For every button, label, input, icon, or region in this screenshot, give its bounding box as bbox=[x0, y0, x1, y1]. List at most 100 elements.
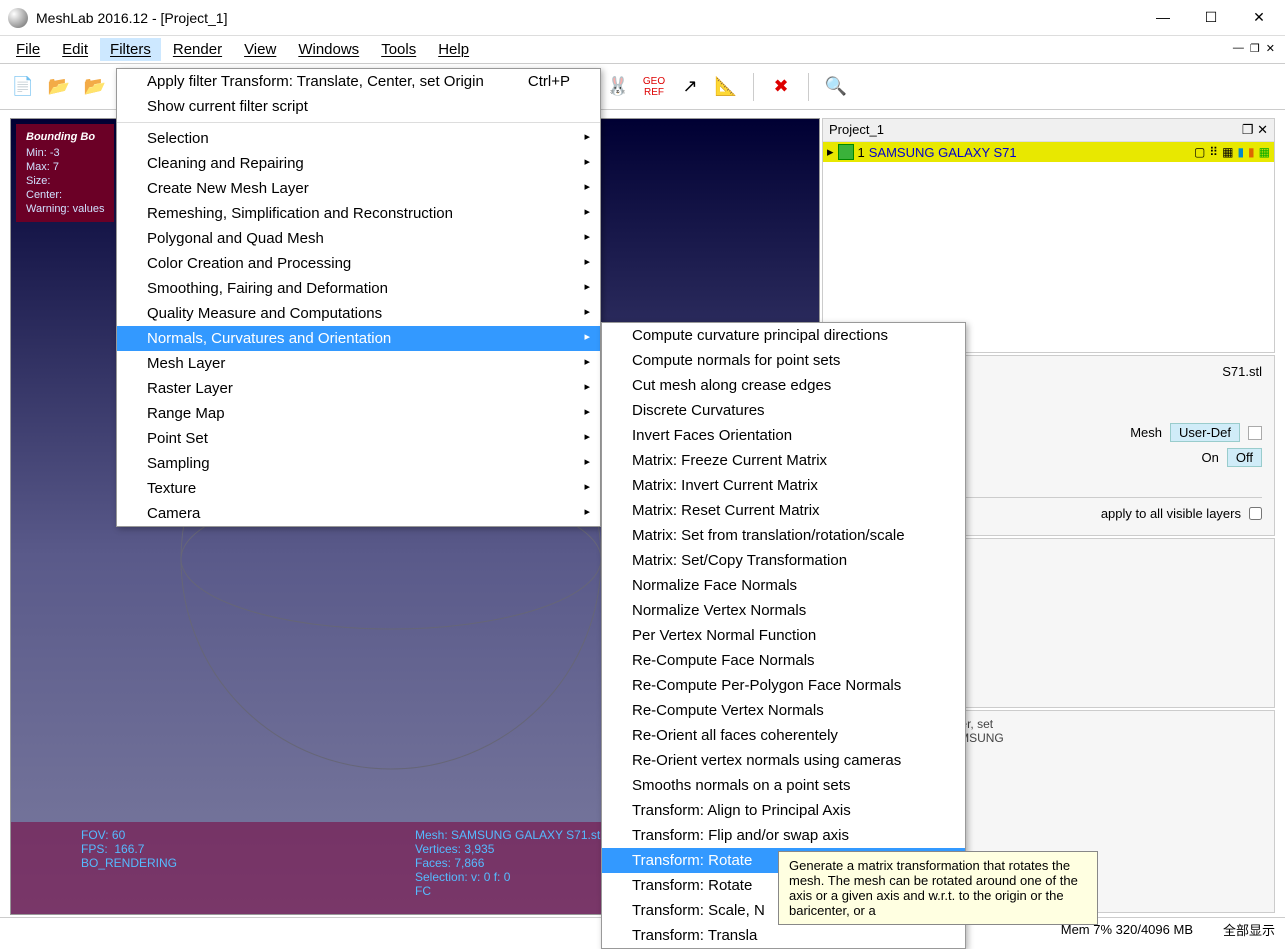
menu-filters[interactable]: Filters bbox=[100, 38, 161, 61]
normals-submenu-item[interactable]: Compute curvature principal directions bbox=[602, 323, 965, 348]
panel-close-icon[interactable]: ✕ bbox=[1257, 122, 1268, 137]
menu-windows[interactable]: Windows bbox=[288, 38, 369, 61]
menu-view[interactable]: View bbox=[234, 38, 286, 61]
apply-all-checkbox[interactable] bbox=[1249, 507, 1262, 520]
layer-name: SAMSUNG GALAXY S71 bbox=[869, 145, 1017, 160]
layer-index: 1 bbox=[858, 145, 865, 160]
search-icon[interactable]: 🔍 bbox=[823, 74, 849, 100]
app-logo-icon bbox=[8, 8, 28, 28]
normals-submenu-item[interactable]: Per Vertex Normal Function bbox=[602, 623, 965, 648]
bbox-line: Warning: values bbox=[26, 202, 104, 216]
filters-submenu-item[interactable]: Quality Measure and Computations bbox=[117, 301, 600, 326]
menu-help[interactable]: Help bbox=[428, 38, 479, 61]
mesh-shading-color-swatch[interactable] bbox=[1248, 426, 1262, 440]
maximize-button[interactable]: ☐ bbox=[1193, 9, 1229, 26]
layer-solid-icon[interactable]: ▮ bbox=[1248, 145, 1255, 159]
normals-submenu-item[interactable]: Invert Faces Orientation bbox=[602, 423, 965, 448]
normals-submenu-item[interactable]: Matrix: Freeze Current Matrix bbox=[602, 448, 965, 473]
bbox-line: Min: -3 bbox=[26, 146, 104, 160]
filters-submenu-item[interactable]: Color Creation and Processing bbox=[117, 251, 600, 276]
filters-submenu-item[interactable]: Create New Mesh Layer bbox=[117, 176, 600, 201]
menu-shortcut: Ctrl+P bbox=[528, 73, 570, 90]
filters-submenu-item[interactable]: Remeshing, Simplification and Reconstruc… bbox=[117, 201, 600, 226]
layer-expand-icon[interactable]: ▸ bbox=[827, 144, 834, 160]
layer-fill-icon[interactable]: ▮ bbox=[1237, 145, 1244, 159]
filters-menu-item[interactable]: Show current filter script bbox=[117, 94, 600, 119]
normals-submenu-item[interactable]: Smooths normals on a point sets bbox=[602, 773, 965, 798]
mdi-minimize-button[interactable]: — bbox=[1233, 42, 1244, 55]
tooltip: Generate a matrix transformation that ro… bbox=[778, 851, 1098, 925]
menubar: FileEditFiltersRenderViewWindowsToolsHel… bbox=[0, 36, 1285, 64]
normals-submenu-item[interactable]: Discrete Curvatures bbox=[602, 398, 965, 423]
new-file-icon[interactable]: 📄 bbox=[10, 74, 36, 100]
apply-all-label: apply to all visible layers bbox=[1101, 506, 1241, 521]
normals-submenu-item[interactable]: Transform: Transla bbox=[602, 923, 965, 948]
menu-file[interactable]: File bbox=[6, 38, 50, 61]
minimize-button[interactable]: — bbox=[1145, 9, 1181, 26]
filters-submenu-item[interactable]: Point Set bbox=[117, 426, 600, 451]
normals-submenu-item[interactable]: Matrix: Set from translation/rotation/sc… bbox=[602, 523, 965, 548]
bbox-line: Max: 7 bbox=[26, 160, 104, 174]
layer-wire-icon[interactable]: ▦ bbox=[1222, 145, 1233, 159]
open-folder-icon[interactable]: 📂 bbox=[46, 74, 72, 100]
bbox-title: Bounding Bo bbox=[26, 130, 104, 144]
filters-submenu-item[interactable]: Texture bbox=[117, 476, 600, 501]
normals-submenu-item[interactable]: Cut mesh along crease edges bbox=[602, 373, 965, 398]
filters-submenu-item[interactable]: Mesh Layer bbox=[117, 351, 600, 376]
menu-render[interactable]: Render bbox=[163, 38, 232, 61]
filters-menu-item[interactable]: Apply filter Transform: Translate, Cente… bbox=[117, 69, 600, 94]
filters-submenu-item[interactable]: Normals, Curvatures and Orientation bbox=[117, 326, 600, 351]
panel-undock-icon[interactable]: ❐ bbox=[1242, 122, 1254, 137]
normals-submenu-item[interactable]: Re-Orient all faces coherentely bbox=[602, 723, 965, 748]
filters-menu-dropdown: Apply filter Transform: Translate, Cente… bbox=[116, 68, 601, 527]
filters-submenu-item[interactable]: Camera bbox=[117, 501, 600, 526]
menu-edit[interactable]: Edit bbox=[52, 38, 98, 61]
arrow-cursor-icon[interactable]: ↗ bbox=[677, 74, 703, 100]
backface-off-button[interactable]: Off bbox=[1227, 448, 1262, 467]
bbox-line: Size: bbox=[26, 174, 104, 188]
mesh-shading-value[interactable]: User-Def bbox=[1170, 423, 1240, 442]
normals-submenu-item[interactable]: Matrix: Invert Current Matrix bbox=[602, 473, 965, 498]
normals-submenu-item[interactable]: Transform: Flip and/or swap axis bbox=[602, 823, 965, 848]
layer-box-icon[interactable]: ▢ bbox=[1194, 145, 1205, 159]
visibility-icon[interactable] bbox=[838, 144, 854, 160]
filters-submenu-item[interactable]: Smoothing, Fairing and Deformation bbox=[117, 276, 600, 301]
close-button[interactable]: ✕ bbox=[1241, 9, 1277, 26]
filters-submenu-item[interactable]: Selection bbox=[117, 126, 600, 151]
mdi-controls: — ❐ ✕ bbox=[1233, 42, 1275, 55]
georef-icon[interactable]: GEOREF bbox=[641, 74, 667, 100]
normals-submenu-item[interactable]: Compute normals for point sets bbox=[602, 348, 965, 373]
filters-submenu-item[interactable]: Range Map bbox=[117, 401, 600, 426]
layer-panel: Project_1 ❐ ✕ ▸ 1 SAMSUNG GALAXY S71 ▢ ⠿… bbox=[822, 118, 1275, 353]
normals-submenu-item[interactable]: Normalize Vertex Normals bbox=[602, 598, 965, 623]
normals-submenu-item[interactable]: Matrix: Reset Current Matrix bbox=[602, 498, 965, 523]
menu-tools[interactable]: Tools bbox=[371, 38, 426, 61]
bounding-box-overlay: Bounding Bo Min: -3Max: 7Size:Center:War… bbox=[16, 124, 114, 222]
filters-submenu-item[interactable]: Cleaning and Repairing bbox=[117, 151, 600, 176]
normals-submenu-item[interactable]: Re-Compute Face Normals bbox=[602, 648, 965, 673]
filters-submenu-item[interactable]: Sampling bbox=[117, 451, 600, 476]
layer-row[interactable]: ▸ 1 SAMSUNG GALAXY S71 ▢ ⠿ ▦ ▮ ▮ ▦ bbox=[823, 142, 1274, 162]
delete-filter-icon[interactable]: ✖ bbox=[768, 74, 794, 100]
normals-submenu-item[interactable]: Matrix: Set/Copy Transformation bbox=[602, 548, 965, 573]
filters-submenu-item[interactable]: Raster Layer bbox=[117, 376, 600, 401]
filters-submenu-item[interactable]: Polygonal and Quad Mesh bbox=[117, 226, 600, 251]
mdi-restore-button[interactable]: ❐ bbox=[1250, 42, 1260, 55]
normals-submenu-item[interactable]: Re-Orient vertex normals using cameras bbox=[602, 748, 965, 773]
layer-texture-icon[interactable]: ▦ bbox=[1259, 145, 1270, 159]
bbox-line: Center: bbox=[26, 188, 104, 202]
mdi-close-button[interactable]: ✕ bbox=[1266, 42, 1275, 55]
project-label: Project_1 bbox=[829, 122, 884, 138]
titlebar: MeshLab 2016.12 - [Project_1] — ☐ ✕ bbox=[0, 0, 1285, 36]
normals-submenu-item[interactable]: Re-Compute Vertex Normals bbox=[602, 698, 965, 723]
bunny-icon[interactable]: 🐰 bbox=[605, 74, 631, 100]
status-extra: 全部显示 bbox=[1223, 920, 1275, 939]
mesh-shading-label: Mesh bbox=[1130, 425, 1162, 440]
normals-submenu-item[interactable]: Re-Compute Per-Polygon Face Normals bbox=[602, 673, 965, 698]
normals-submenu-item[interactable]: Transform: Align to Principal Axis bbox=[602, 798, 965, 823]
window-title: MeshLab 2016.12 - [Project_1] bbox=[36, 10, 1145, 26]
layer-points-icon[interactable]: ⠿ bbox=[1209, 145, 1218, 159]
normals-submenu-item[interactable]: Normalize Face Normals bbox=[602, 573, 965, 598]
measure-icon[interactable]: 📐 bbox=[713, 74, 739, 100]
reload-icon[interactable]: 📂 bbox=[82, 74, 108, 100]
